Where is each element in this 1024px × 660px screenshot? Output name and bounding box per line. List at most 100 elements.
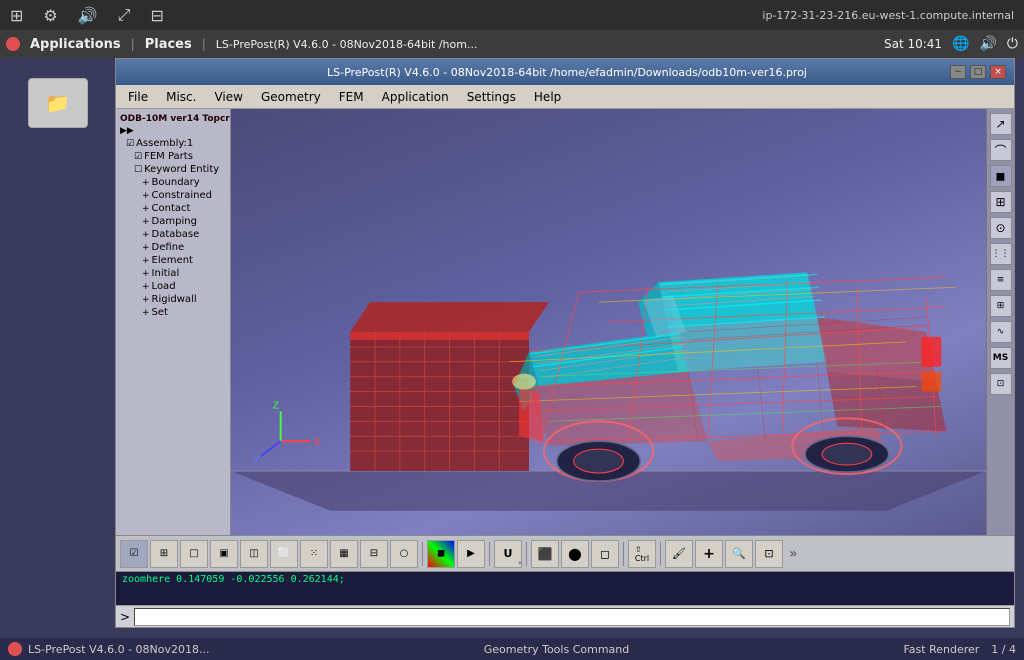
right-toolbar: ↗ ⌒ ◼ ⊞ ⊙ ⋮⋮ ≡ ⊞ ∿ MS ⊡ bbox=[986, 109, 1014, 535]
tree-keyword-entity[interactable]: ☐ Keyword Entity bbox=[118, 163, 228, 176]
sound-icon[interactable]: 🔊 bbox=[979, 36, 996, 52]
menu-misc[interactable]: Misc. bbox=[158, 88, 204, 106]
system-bar: ⊞ ⚙ 🔊 ⤢ ⊟ ip-172-31-23-216.eu-west-1.com… bbox=[0, 0, 1024, 30]
btool-box2-button[interactable]: ▣ bbox=[210, 540, 238, 568]
minimize-icon[interactable]: ⊟ bbox=[150, 6, 163, 25]
tree-damping[interactable]: + Damping bbox=[118, 215, 228, 228]
menu-application[interactable]: Application bbox=[374, 88, 457, 106]
btool-action-button[interactable]: ⊡ bbox=[755, 540, 783, 568]
tree-assembly[interactable]: ☑ Assembly:1 bbox=[118, 137, 228, 150]
tree-load[interactable]: + Load bbox=[118, 280, 228, 293]
tree-panel: ODB-10M ver14 Topcrunch ▶▶ ☑ Assembly:1 … bbox=[116, 109, 231, 535]
menu-settings[interactable]: Settings bbox=[459, 88, 524, 106]
expand-database: + bbox=[142, 230, 150, 240]
expand-boundary: + bbox=[142, 178, 150, 188]
btool-sphere-button[interactable]: ⬤ bbox=[561, 540, 589, 568]
btool-check-button[interactable]: ☑ bbox=[120, 540, 148, 568]
rtool-grid-button[interactable]: ⊞ bbox=[990, 295, 1012, 317]
rtool-mesh-button[interactable]: ⊞ bbox=[990, 191, 1012, 213]
system-bar-left: ⊞ ⚙ 🔊 ⤢ ⊟ bbox=[10, 5, 164, 25]
status-center: Geometry Tools Command bbox=[484, 643, 629, 656]
rtool-point-button[interactable]: ⊙ bbox=[990, 217, 1012, 239]
tree-constrained[interactable]: + Constrained bbox=[118, 189, 228, 202]
command-input-field[interactable] bbox=[134, 608, 1010, 626]
tree-element[interactable]: + Element bbox=[118, 254, 228, 267]
status-icon bbox=[8, 642, 22, 656]
rtool-extra-button[interactable]: ⊡ bbox=[990, 373, 1012, 395]
volume-icon[interactable]: 🔊 bbox=[78, 6, 98, 25]
settings-icon[interactable]: ⚙ bbox=[43, 6, 57, 25]
window-close-button[interactable]: × bbox=[990, 65, 1006, 79]
rtool-element-button[interactable]: ⋮⋮ bbox=[990, 243, 1012, 265]
u-subscript: * bbox=[518, 560, 522, 569]
checkbox-keyword[interactable]: ☐ bbox=[134, 165, 142, 175]
btool-paint-button[interactable]: 🖌 bbox=[665, 540, 693, 568]
places-menu[interactable]: Places bbox=[145, 37, 192, 52]
btool-cube-button[interactable]: ⊞ bbox=[150, 540, 178, 568]
svg-text:X: X bbox=[313, 437, 320, 448]
menu-help[interactable]: Help bbox=[526, 88, 569, 106]
expand-load: + bbox=[142, 282, 150, 292]
tree-load-label: Load bbox=[152, 281, 176, 292]
tree-rigidwall-label: Rigidwall bbox=[152, 294, 197, 305]
rtool-ms-button[interactable]: MS bbox=[990, 347, 1012, 369]
btool-box1-button[interactable]: □ bbox=[180, 540, 208, 568]
window-restore-button[interactable]: □ bbox=[970, 65, 986, 79]
btool-dots-button[interactable]: ⁙ bbox=[300, 540, 328, 568]
status-bar: LS-PrePost V4.6.0 - 08Nov2018... Geometr… bbox=[0, 638, 1024, 660]
car-mesh-svg: X Z Y bbox=[231, 109, 986, 535]
tree-set[interactable]: + Set bbox=[118, 306, 228, 319]
btool-grid2-button[interactable]: ⊟ bbox=[360, 540, 388, 568]
checkbox-assembly[interactable]: ☑ bbox=[126, 139, 134, 149]
toolbar-separator4 bbox=[623, 542, 624, 566]
btool-color-button[interactable]: ◼ bbox=[427, 540, 455, 568]
tree-fem-parts[interactable]: ☑ FEM Parts bbox=[118, 150, 228, 163]
viewport-3d[interactable]: X Z Y bbox=[231, 109, 986, 535]
sidebar-folder-icon[interactable]: 📁 bbox=[28, 78, 88, 128]
tree-contact[interactable]: + Contact bbox=[118, 202, 228, 215]
tree-title: ODB-10M ver14 Topcrunch bbox=[118, 113, 228, 125]
power-icon[interactable]: ⏻ bbox=[1007, 36, 1018, 52]
btool-grid1-button[interactable]: ▦ bbox=[330, 540, 358, 568]
menu-file[interactable]: File bbox=[120, 88, 156, 106]
bottom-toolbar: ☑ ⊞ □ ▣ ◫ ⬜ ⁙ ▦ ⊟ ○ ◼ ▶ U * ⬛ ⬤ ◻ ⇧Ctrl … bbox=[116, 535, 1014, 571]
applications-menu[interactable]: Applications bbox=[30, 37, 121, 52]
command-area: zoomhere 0.147059 -0.022556 0.262144; > bbox=[116, 571, 1014, 627]
rtool-curve-button[interactable]: ⌒ bbox=[990, 139, 1012, 161]
network-icon[interactable]: 🌐 bbox=[952, 36, 969, 52]
rtool-surface-button[interactable]: ◼ bbox=[990, 165, 1012, 187]
btool-arrow-button[interactable]: ▶ bbox=[457, 540, 485, 568]
taskbar-right: Sat 10:41 🌐 🔊 ⏻ bbox=[884, 36, 1018, 52]
tree-rigidwall[interactable]: + Rigidwall bbox=[118, 293, 228, 306]
window-taskbar-item[interactable]: LS-PrePost(R) V4.6.0 - 08Nov2018-64bit /… bbox=[216, 38, 478, 51]
checkbox-fem-parts[interactable]: ☑ bbox=[134, 152, 142, 162]
rtool-list-button[interactable]: ≡ bbox=[990, 269, 1012, 291]
menu-fem[interactable]: FEM bbox=[331, 88, 372, 106]
window-minimize-button[interactable]: − bbox=[950, 65, 966, 79]
restore-icon[interactable]: ⊞ bbox=[10, 6, 23, 25]
tree-initial[interactable]: + Initial bbox=[118, 267, 228, 280]
tree-boundary-label: Boundary bbox=[152, 177, 200, 188]
tree-initial-label: Initial bbox=[152, 268, 180, 279]
tree-boundary[interactable]: + Boundary bbox=[118, 176, 228, 189]
btool-box4-button[interactable]: ⬜ bbox=[270, 540, 298, 568]
btool-plus-button[interactable]: + bbox=[695, 540, 723, 568]
expand-contact: + bbox=[142, 204, 150, 214]
rtool-wave-button[interactable]: ∿ bbox=[990, 321, 1012, 343]
tree-define[interactable]: + Define bbox=[118, 241, 228, 254]
btool-circle-button[interactable]: ○ bbox=[390, 540, 418, 568]
btool-box5-button[interactable]: ◻ bbox=[591, 540, 619, 568]
more-tools-indicator[interactable]: » bbox=[789, 546, 798, 562]
menu-view[interactable]: View bbox=[206, 88, 250, 106]
taskbar-separator: | bbox=[131, 37, 135, 51]
btool-zoom-button[interactable]: 🔍 bbox=[725, 540, 753, 568]
btool-cube3d-button[interactable]: ⬛ bbox=[531, 540, 559, 568]
menu-geometry[interactable]: Geometry bbox=[253, 88, 329, 106]
expand-rigidwall: + bbox=[142, 295, 150, 305]
btool-box3-button[interactable]: ◫ bbox=[240, 540, 268, 568]
btool-shiftctrl-button[interactable]: ⇧Ctrl bbox=[628, 540, 656, 568]
rtool-select-button[interactable]: ↗ bbox=[990, 113, 1012, 135]
tree-database[interactable]: + Database bbox=[118, 228, 228, 241]
resize-icon[interactable]: ⤢ bbox=[118, 5, 131, 25]
tree-element-label: Element bbox=[152, 255, 193, 266]
